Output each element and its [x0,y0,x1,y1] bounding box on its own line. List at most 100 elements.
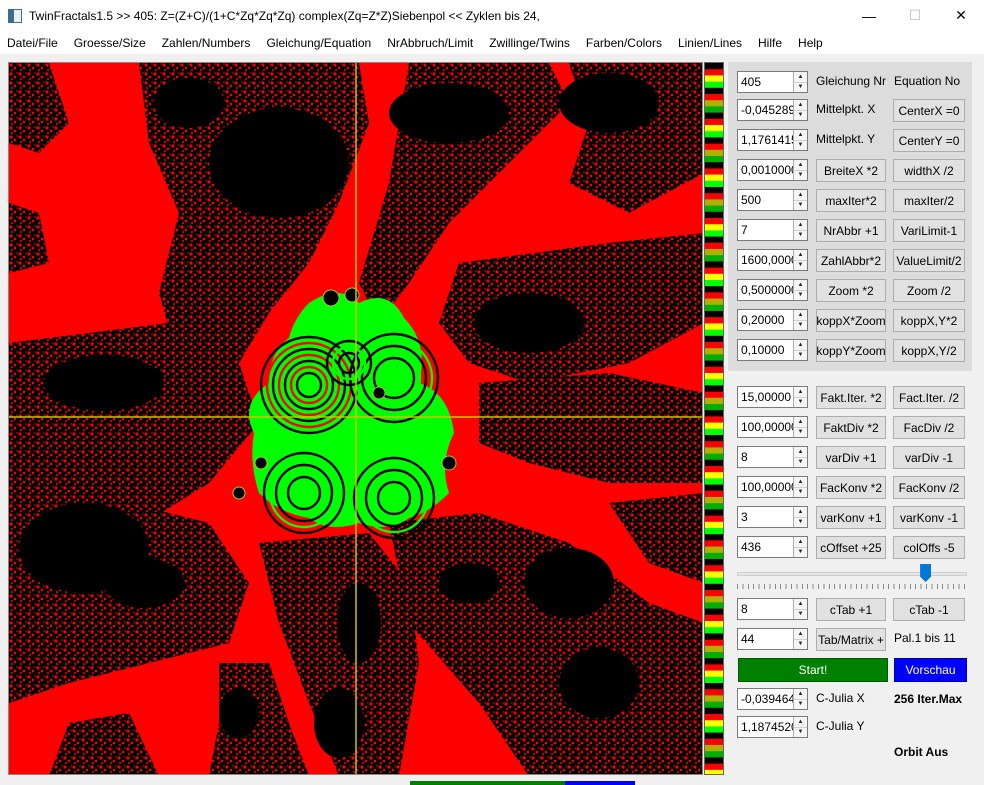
row-vardiv: 8 ▲ ▼ varDiv +1 varDiv -1 [728,446,972,469]
palette-band [705,738,723,746]
coloffs-minus-button[interactable]: colOffs -5 [893,536,965,559]
row-ctab: 8 ▲ ▼ cTab +1 cTab -1 [728,598,972,621]
ctab-minus-button[interactable]: cTab -1 [893,598,965,621]
row-varkonv: 3 ▲ ▼ varKonv +1 varKonv -1 [728,506,972,529]
palette-band [705,714,723,721]
coffset-plus-button[interactable]: cOffset +25 [816,536,886,559]
minimize-button[interactable]: — [846,0,892,31]
palette-band [705,391,723,399]
ctab-spinbox[interactable]: 8 ▲ ▼ [737,598,808,620]
menu-twins[interactable]: Zwillinge/Twins [481,31,578,55]
varkonv-minus-button[interactable]: varKonv -1 [893,506,965,529]
palette-band [705,137,723,145]
palette-band [705,571,723,579]
julia-x-spinbox[interactable]: -0,0394649▲▼ [737,688,808,710]
fackonv-spinbox[interactable]: 100,00000 ▲ ▼ [737,476,808,498]
fractal-image [9,63,702,774]
palette-band [705,187,723,194]
koppy-spinbox[interactable]: 0,10000 ▲ ▼ [737,339,808,361]
fractal-canvas[interactable] [8,62,703,775]
koppx-zoom-button[interactable]: koppX*Zoom [816,309,886,332]
center-y-reset-button[interactable]: CenterY =0 [893,129,965,152]
width-spinbox[interactable]: 0,0010000 ▲ ▼ [737,159,808,181]
maximize-button[interactable]: ☐ [892,0,938,31]
palette-band [705,199,723,207]
palette-band [705,422,723,430]
row-zahlabbr: 1600,0000 ▲ ▼ ZahlAbbr*2 ValueLimit/2 [728,249,972,272]
zoom-half-button[interactable]: Zoom /2 [893,279,965,302]
width-half-button[interactable]: widthX /2 [893,159,965,182]
palette-band [705,125,723,132]
center-x-reset-button[interactable]: CenterX =0 [893,99,965,122]
palette-band [705,298,723,306]
palette-band [705,385,723,393]
ctab-plus-button[interactable]: cTab +1 [816,598,886,621]
menu-hilfe[interactable]: Hilfe [750,31,790,55]
center-x-spinbox[interactable]: -0,045289(▲▼ [737,99,808,121]
menu-file[interactable]: Datei/File [0,31,66,55]
nrabbr-spinbox[interactable]: 7 ▲ ▼ [737,219,808,241]
vardiv-minus-button[interactable]: varDiv -1 [893,446,965,469]
fact-iter-half-button[interactable]: Fact.Iter. /2 [893,386,965,409]
maxiter-double-button[interactable]: maxIter*2 [816,189,886,212]
center-y-spinbox[interactable]: 1,1761415(▲▼ [737,129,808,151]
vardiv-spinbox[interactable]: 8 ▲ ▼ [737,446,808,468]
zoom-spinbox[interactable]: 0,5000000 ▲ ▼ [737,279,808,301]
palette-band [705,242,723,250]
palette-band [705,342,723,349]
preview-button[interactable]: Vorschau [894,658,967,682]
color-offset-slider[interactable] [737,562,967,592]
fakt-iter-spinbox[interactable]: 15,00000 ▲ ▼ [737,386,808,408]
faktdiv-double-button[interactable]: FaktDiv *2 [816,416,886,439]
maxiter-half-button[interactable]: maxIter/2 [893,189,965,212]
valuelimit-half-button[interactable]: ValueLimit/2 [893,249,965,272]
fackonv-double-button[interactable]: FacKonv *2 [816,476,886,499]
menu-numbers[interactable]: Zahlen/Numbers [154,31,259,55]
palette-band [705,106,723,114]
facdiv-half-button[interactable]: FacDiv /2 [893,416,965,439]
menu-help[interactable]: Help [790,31,831,55]
zoom-double-button[interactable]: Zoom *2 [816,279,886,302]
tab-matrix-spinbox[interactable]: 44 ▲ ▼ [737,628,808,650]
palette-band [705,627,723,634]
row-julia-y: 1,1874520 ▲ ▼ C-Julia Y [728,716,972,738]
palette-band [705,745,723,752]
nrabbr-plus-button[interactable]: NrAbbr +1 [816,219,886,242]
vardiv-plus-button[interactable]: varDiv +1 [816,446,886,469]
faktdiv-spinbox[interactable]: 100,00000 ▲ ▼ [737,416,808,438]
coffset-spinbox[interactable]: 436 ▲ ▼ [737,536,808,558]
koppx-spinbox[interactable]: 0,20000 ▲ ▼ [737,309,808,331]
menu-colors[interactable]: Farben/Colors [578,31,670,55]
fakt-iter-double-button[interactable]: Fakt.Iter. *2 [816,386,886,409]
zahlabbr-spinbox[interactable]: 1600,0000 ▲ ▼ [737,249,808,271]
equation-nr-spinbox[interactable]: 405 ▲ ▼ [737,71,808,93]
menu-size[interactable]: Groesse/Size [66,31,154,55]
menu-lines[interactable]: Linien/Lines [670,31,750,55]
palette-band [705,577,723,585]
koppy-zoom-button[interactable]: koppY*Zoom [816,339,886,362]
start-button[interactable]: Start! [738,658,888,682]
julia-y-spinbox[interactable]: 1,1874520 ▲ ▼ [737,716,808,738]
palette-band [705,596,723,603]
fackonv-half-button[interactable]: FacKonv /2 [893,476,965,499]
koppxy-double-button[interactable]: koppX,Y*2 [893,309,965,332]
varilimit-minus-button[interactable]: VariLimit-1 [893,219,965,242]
menu-limit[interactable]: NrAbbruch/Limit [379,31,481,55]
varkonv-plus-button[interactable]: varKonv +1 [816,506,886,529]
close-button[interactable]: ✕ [938,0,984,31]
tab-matrix-plus-button[interactable]: Tab/Matrix + [816,628,886,651]
palette-band [705,509,723,517]
width-double-button[interactable]: BreiteX *2 [816,159,886,182]
row-fakt-iter: 15,00000 ▲ ▼ Fakt.Iter. *2 Fact.Iter. /2 [728,386,972,409]
varkonv-spinbox[interactable]: 3 ▲ ▼ [737,506,808,528]
koppxy-half-button[interactable]: koppX,Y/2 [893,339,965,362]
palette-band [705,546,723,554]
palette-band [705,695,723,703]
menu-equation[interactable]: Gleichung/Equation [258,31,379,55]
maxiter-spinbox[interactable]: 500 ▲ ▼ [737,189,808,211]
palette-band [705,751,723,758]
palette-band [705,75,723,83]
slider-thumb[interactable] [920,564,932,582]
zahlabbr-double-button[interactable]: ZahlAbbr*2 [816,249,886,272]
palette-band [705,540,723,548]
